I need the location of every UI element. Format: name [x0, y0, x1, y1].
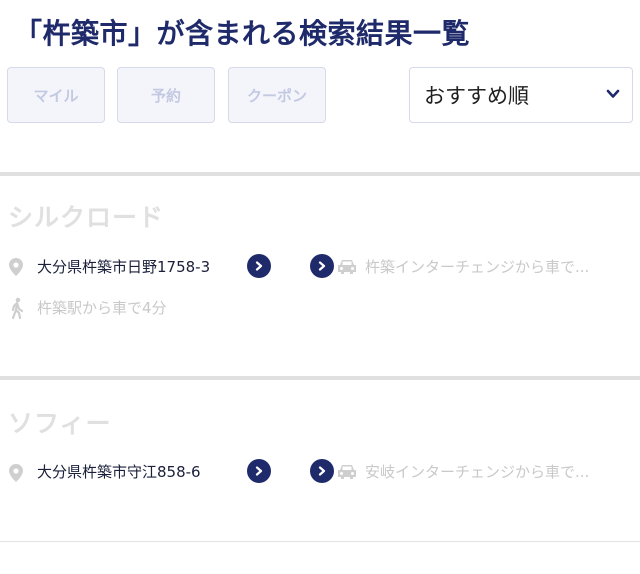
- chevron-right-icon: [318, 466, 326, 476]
- car-icon: [338, 260, 356, 274]
- sort-selected-label: おすすめ順: [424, 84, 529, 108]
- walk-access-text: 杵築駅から車で4分: [37, 299, 167, 317]
- chevron-down-icon: [606, 89, 620, 98]
- car-icon: [338, 465, 356, 479]
- map-pin-icon: [9, 258, 23, 276]
- shop-name[interactable]: シルクロード: [8, 198, 164, 234]
- car-access-text: 安岐インターチェンジから車で...: [365, 463, 590, 481]
- access-arrow-button[interactable]: [310, 459, 334, 483]
- result-divider: [0, 376, 640, 380]
- shop-address: 大分県杵築市日野1758-3: [37, 258, 211, 276]
- address-arrow-button[interactable]: [247, 254, 271, 278]
- chevron-right-icon: [255, 261, 263, 271]
- car-access-text: 杵築インターチェンジから車で...: [365, 258, 590, 276]
- address-arrow-button[interactable]: [247, 459, 271, 483]
- chevron-right-icon: [318, 261, 326, 271]
- access-arrow-button[interactable]: [310, 254, 334, 278]
- result-divider: [0, 541, 640, 542]
- result-divider: [0, 172, 640, 176]
- shop-name[interactable]: ソフィー: [8, 404, 112, 440]
- walking-icon: [11, 297, 24, 319]
- page-title: 「杵築市」が含まれる検索結果一覧: [14, 17, 471, 50]
- coupon-filter-button[interactable]: クーポン: [228, 67, 326, 123]
- mile-filter-button[interactable]: マイル: [7, 67, 105, 123]
- reserve-filter-button[interactable]: 予約: [117, 67, 215, 123]
- shop-address: 大分県杵築市守江858-6: [37, 463, 201, 481]
- sort-select[interactable]: おすすめ順: [409, 67, 633, 123]
- chevron-right-icon: [255, 466, 263, 476]
- map-pin-icon: [9, 464, 23, 482]
